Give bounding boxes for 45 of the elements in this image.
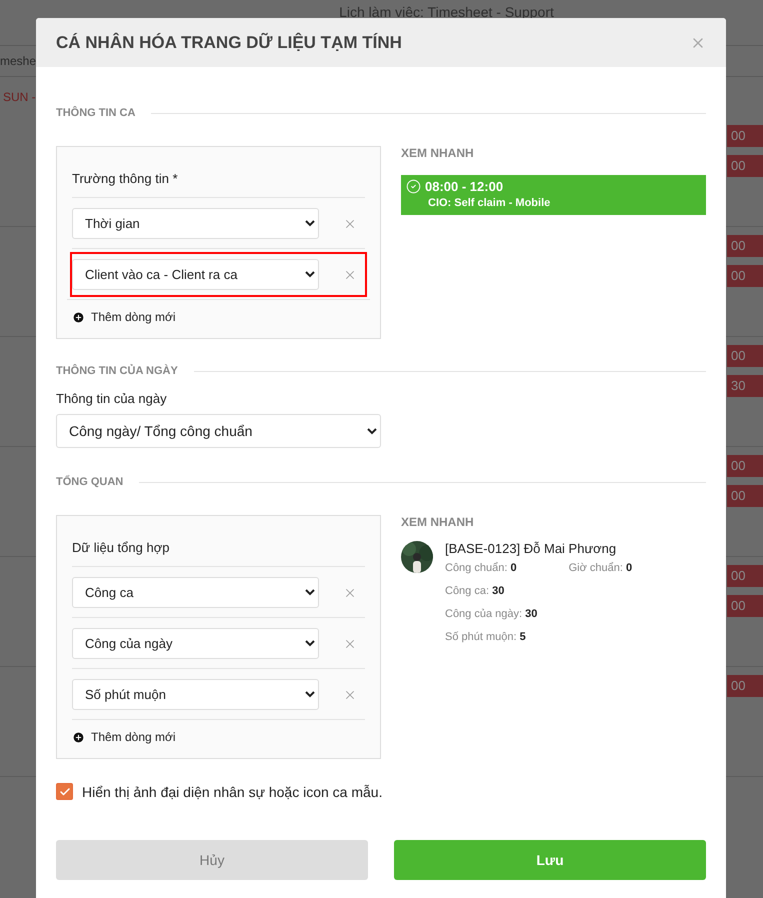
- event-chip: 30: [727, 375, 763, 397]
- event-chip: 00: [727, 485, 763, 507]
- employee-name: [BASE-0123] Đỗ Mai Phương: [445, 541, 618, 556]
- add-row-button[interactable]: Thêm dòng mới: [72, 300, 176, 328]
- page-title: Lịch làm việc: Timesheet - Support: [339, 4, 554, 20]
- check-circle-icon: [406, 179, 421, 194]
- preview-heading: XEM NHANH: [401, 515, 475, 529]
- select-field[interactable]: Công ca: [72, 577, 319, 608]
- select-field[interactable]: Client vào ca - Client ra ca: [72, 259, 319, 290]
- event-chip: 00: [727, 125, 763, 147]
- dialog-title: CÁ NHÂN HÓA TRANG DỮ LIỆU TẠM TÍNH: [56, 32, 402, 52]
- day-label: SUN -: [3, 90, 36, 104]
- tab-label: meshe: [0, 54, 36, 68]
- event-chip: 00: [727, 265, 763, 287]
- add-row-button[interactable]: Thêm dòng mới: [72, 720, 176, 748]
- field-label: Dữ liệu tổng hợp: [72, 540, 365, 567]
- event-chip: 00: [727, 235, 763, 257]
- event-chip: 00: [727, 675, 763, 697]
- preview-heading: XEM NHANH: [401, 146, 475, 160]
- section-heading: THÔNG TIN CỦA NGÀY: [56, 365, 178, 377]
- shift-detail: CIO: Self claim - Mobile: [427, 197, 552, 209]
- checkbox[interactable]: [56, 783, 73, 800]
- event-chip: 00: [727, 455, 763, 477]
- section-heading: THÔNG TIN CA: [56, 107, 136, 119]
- shift-time: 08:00 - 12:00: [425, 179, 504, 194]
- stat-text: Số phút muộn: 5: [445, 631, 527, 643]
- select-field[interactable]: Công ngày/ Tổng công chuẩn: [56, 414, 381, 448]
- field-label: Thông tin của ngày: [56, 391, 168, 406]
- plus-icon: [72, 730, 85, 744]
- stat-text: Công ca: 30: [445, 585, 506, 597]
- select-field[interactable]: Công của ngày: [72, 628, 319, 659]
- select-field[interactable]: Số phút muộn: [72, 679, 319, 710]
- check-icon: [58, 786, 70, 798]
- event-chip: 00: [727, 565, 763, 587]
- stat-text: Công của ngày: 30: [445, 608, 538, 620]
- field-label: Trường thông tin *: [72, 171, 365, 198]
- select-field[interactable]: Thời gian: [72, 208, 319, 239]
- stat-text: Công chuẩn: 0: [445, 562, 517, 574]
- checkbox-label: Hiển thị ảnh đại diện nhân sự hoặc icon ca mẫu.: [82, 784, 382, 800]
- stat-text: Giờ chuẩn: 0: [568, 562, 632, 574]
- event-chip: 00: [727, 345, 763, 367]
- plus-icon: [72, 310, 85, 324]
- event-chip: 00: [727, 595, 763, 617]
- section-heading: TỔNG QUAN: [56, 476, 124, 488]
- event-chip: 00: [727, 155, 763, 177]
